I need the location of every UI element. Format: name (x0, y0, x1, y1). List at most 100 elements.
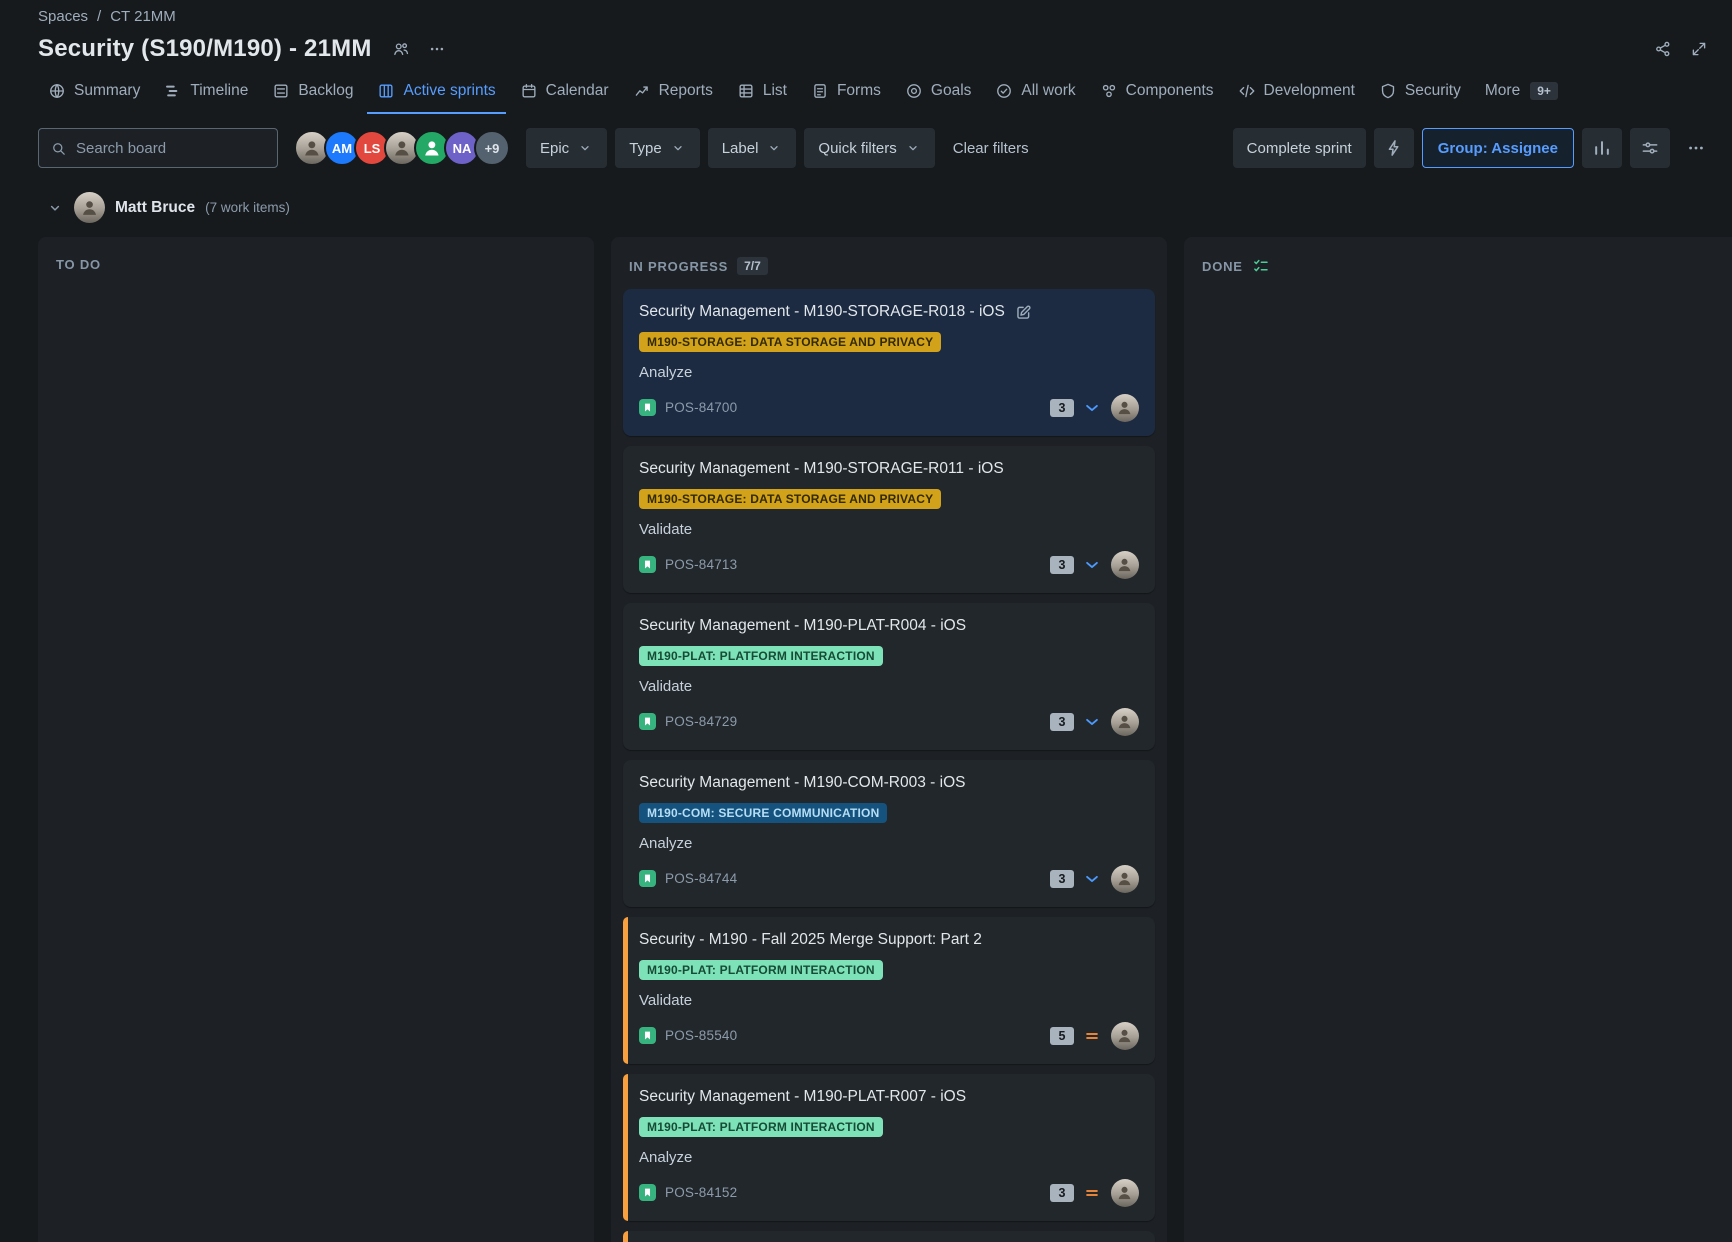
tab-calendar[interactable]: Calendar (510, 72, 619, 114)
priority-medium-icon (1083, 1184, 1101, 1202)
assignee-avatar[interactable] (1111, 708, 1139, 736)
filter-epic-button[interactable]: Epic (526, 128, 607, 168)
group-by-button[interactable]: Group: Assignee (1422, 128, 1574, 168)
person-icon (1115, 1026, 1134, 1045)
priority-low-icon (1083, 713, 1101, 731)
board-card[interactable]: Security - M190 - Fall 2025 Merge Suppor… (623, 917, 1155, 1064)
card-title-row: Security Management - M190-PLAT-R007 - i… (639, 1087, 1139, 1108)
tab-reports[interactable]: Reports (623, 72, 723, 114)
issue-key: POS-84152 (665, 1185, 737, 1200)
breadcrumb-project[interactable]: CT 21MM (110, 8, 176, 25)
tab-security[interactable]: Security (1369, 72, 1471, 114)
priority-low-icon (1083, 556, 1101, 574)
assignee-avatar[interactable] (1111, 1022, 1139, 1050)
board-more-button[interactable] (1678, 130, 1714, 166)
filter-type-button[interactable]: Type (615, 128, 700, 168)
complete-sprint-button[interactable]: Complete sprint (1233, 128, 1366, 168)
board-card[interactable]: Security Management - M190-STORAGE-R018 … (623, 289, 1155, 436)
story-icon (639, 870, 656, 887)
chevron-down-icon (905, 140, 921, 156)
card-title: Security Management - M190-PLAT-R004 - i… (639, 616, 966, 637)
assignee-avatar[interactable] (1111, 1179, 1139, 1207)
tab-summary[interactable]: Summary (38, 72, 150, 114)
card-title: Security Management - M190-STORAGE-R018 … (639, 302, 1005, 323)
tab-active-sprints[interactable]: Active sprints (367, 72, 505, 114)
edit-icon (1014, 303, 1033, 322)
story-icon (639, 713, 656, 730)
chevron-down-icon (766, 140, 782, 156)
person-icon (79, 197, 100, 218)
board-card[interactable]: Security Management - M190-PLAT-R007 - i… (623, 1074, 1155, 1221)
more-count-badge: 9+ (1530, 82, 1558, 100)
issue-key: POS-84744 (665, 871, 737, 886)
card-title: Security Management - M190-STORAGE-R011 … (639, 459, 1004, 480)
issue-key: POS-84729 (665, 714, 737, 729)
chevron-down-icon (46, 199, 64, 217)
issue-key: POS-84713 (665, 557, 737, 572)
column-done: DONE (1184, 237, 1732, 1242)
column-to-do: TO DO (38, 237, 594, 1242)
automation-button[interactable] (1374, 128, 1414, 168)
tab-label: Forms (837, 82, 881, 100)
person-icon (421, 137, 443, 159)
epic-label: M190-PLAT: PLATFORM INTERACTION (639, 1117, 883, 1137)
board-card[interactable]: Security Management - M190-COM-R003 - iO… (623, 760, 1155, 907)
collaborators-button[interactable] (386, 34, 416, 64)
tab-backlog[interactable]: Backlog (262, 72, 363, 114)
assignee-avatar[interactable] (1111, 551, 1139, 579)
card-list (1184, 287, 1732, 1242)
estimate-badge: 3 (1050, 1184, 1074, 1202)
filter-label: Quick filters (818, 140, 896, 157)
search-input[interactable] (76, 140, 266, 157)
breadcrumb-spaces[interactable]: Spaces (38, 8, 88, 25)
card-title: Security - M190 - Fall 2025 Merge Suppor… (639, 930, 982, 951)
tab-all-work[interactable]: All work (985, 72, 1085, 114)
tab-label: Components (1126, 82, 1214, 100)
tab-goals[interactable]: Goals (895, 72, 982, 114)
column-title: TO DO (56, 257, 101, 272)
fullscreen-button[interactable] (1684, 34, 1714, 64)
tab-development[interactable]: Development (1228, 72, 1365, 114)
card-footer: POS-847293 (639, 708, 1139, 736)
board-card[interactable]: Security Management - M190-PLAT-R004 - i… (623, 603, 1155, 750)
tab-label: Reports (659, 82, 713, 100)
card-title: Security Management - M190-PLAT-R007 - i… (639, 1087, 966, 1108)
clear-filters-button[interactable]: Clear filters (943, 140, 1039, 157)
person-icon (1115, 555, 1134, 574)
tab-timeline[interactable]: Timeline (154, 72, 258, 114)
tab-components[interactable]: Components (1090, 72, 1224, 114)
estimate-badge: 5 (1050, 1027, 1074, 1045)
tab-forms[interactable]: Forms (801, 72, 891, 114)
filter-label-button[interactable]: Label (708, 128, 797, 168)
page-title: Security (S190/M190) - 21MM (38, 35, 372, 63)
title-more-button[interactable] (422, 34, 452, 64)
story-icon (639, 1027, 656, 1044)
column-title: DONE (1202, 259, 1243, 274)
card-stage: Analyze (639, 364, 1139, 381)
estimate-badge: 3 (1050, 399, 1074, 417)
share-button[interactable] (1648, 34, 1678, 64)
column-title: IN PROGRESS (629, 259, 728, 274)
assignee-avatar[interactable] (1111, 394, 1139, 422)
view-settings-button[interactable] (1630, 128, 1670, 168)
allwork-icon (995, 82, 1013, 100)
tab-bar: SummaryTimelineBacklogActive sprintsCale… (38, 72, 1714, 114)
expand-icon (1690, 40, 1708, 58)
edit-summary-button[interactable] (1014, 303, 1033, 322)
person-icon (1115, 398, 1134, 417)
board-card[interactable]: Security Management - M190-STORAGE-R011 … (623, 446, 1155, 593)
tab-list[interactable]: List (727, 72, 797, 114)
issue-key: POS-84700 (665, 400, 737, 415)
page-header: Spaces / CT 21MM Security (S190/M190) - … (0, 0, 1732, 114)
board-card[interactable] (623, 1231, 1155, 1242)
collapse-group-button[interactable] (46, 199, 64, 217)
card-list (38, 284, 594, 1242)
avatar-overflow-count[interactable]: +9 (474, 130, 510, 166)
filter-quick-filters-button[interactable]: Quick filters (804, 128, 934, 168)
column-count-badge: 7/7 (737, 257, 768, 275)
insights-button[interactable] (1582, 128, 1622, 168)
tab-more[interactable]: More9+ (1475, 72, 1568, 114)
person-icon (391, 137, 413, 159)
priority-low-icon (1083, 870, 1101, 888)
assignee-avatar[interactable] (1111, 865, 1139, 893)
